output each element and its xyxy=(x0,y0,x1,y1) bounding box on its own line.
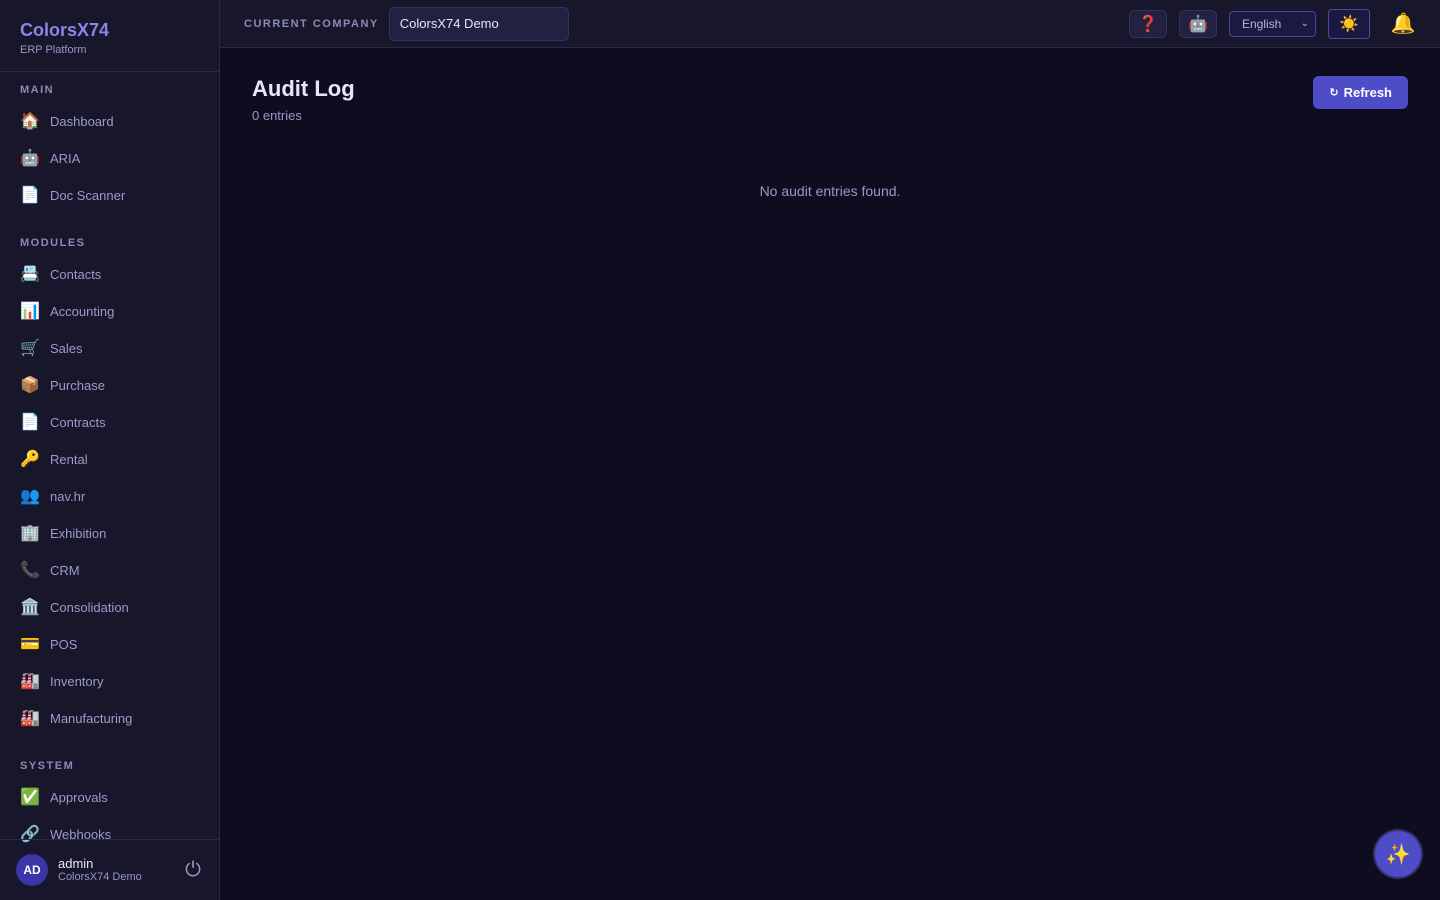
sidebar-item-manufacturing[interactable]: 🏭 Manufacturing xyxy=(0,700,219,737)
sidebar-item-dashboard[interactable]: 🏠 Dashboard xyxy=(0,103,219,140)
sidebar-item-rental[interactable]: 🔑 Rental xyxy=(0,441,219,478)
sidebar-item-aria[interactable]: 🤖 ARIA xyxy=(0,140,219,177)
card-index-icon: 📇 xyxy=(20,265,40,283)
factory-icon: 🏭 xyxy=(20,672,40,690)
sidebar-item-accounting[interactable]: 📊 Accounting xyxy=(0,293,219,330)
sparkles-icon: ✨ xyxy=(1385,843,1411,866)
sidebar-item-inventory[interactable]: 🏭 Inventory xyxy=(0,663,219,700)
sidebar-item-label: Rental xyxy=(50,452,88,467)
sidebar-item-pos[interactable]: 💳 POS xyxy=(0,626,219,663)
sidebar-item-label: Dashboard xyxy=(50,114,114,129)
content: Audit Log 0 entries ↻ Refresh No audit e… xyxy=(220,48,1440,227)
sidebar-item-contracts[interactable]: 📄 Contracts xyxy=(0,404,219,441)
sidebar-nav: MAIN 🏠 Dashboard 🤖 ARIA 📄 Doc Scanner MODULES 📇 C… xyxy=(0,72,219,853)
sidebar-item-exhibition[interactable]: 🏢 Exhibition xyxy=(0,515,219,552)
brand-title: ColorsX74 xyxy=(20,20,110,40)
sidebar-item-purchase[interactable]: 📦 Purchase xyxy=(0,367,219,404)
key-icon: 🔑 xyxy=(20,450,40,468)
sidebar-item-contacts[interactable]: 📇 Contacts xyxy=(0,256,219,293)
section-label: MODULES xyxy=(20,237,86,249)
page-title: Audit Log xyxy=(252,76,355,101)
topbar: CURRENT COMPANY ColorsX74 Demo ❓ 🤖 Engli… xyxy=(220,0,1440,48)
sidebar-item-doc-scanner[interactable]: 📄 Doc Scanner xyxy=(0,177,219,214)
shopping-cart-icon: 🛒 xyxy=(20,339,40,357)
company-selector[interactable]: ColorsX74 Demo xyxy=(388,6,569,41)
people-icon: 👥 xyxy=(20,487,40,505)
chevron-down-icon: ⌄ xyxy=(1300,18,1309,29)
language-value: English xyxy=(1242,16,1282,31)
sidebar-item-label: Exhibition xyxy=(50,526,107,541)
document-icon: 📄 xyxy=(20,186,40,204)
user-info: admin ColorsX74 Demo xyxy=(58,856,183,884)
sidebar-item-label: Doc Scanner xyxy=(50,188,126,203)
refresh-label: Refresh xyxy=(1343,85,1392,100)
question-mark-icon: ❓ xyxy=(1138,15,1158,33)
app-root: ColorsX74 ERP Platform MAIN 🏠 Dashboard 🤖 AR… xyxy=(0,0,1440,900)
check-mark-icon: ✅ xyxy=(20,788,40,806)
document-icon: 📄 xyxy=(20,413,40,431)
avatar[interactable]: AD xyxy=(16,854,48,886)
sidebar-item-label: Sales xyxy=(50,341,83,356)
theme-toggle-button[interactable]: ☀️ xyxy=(1328,8,1370,39)
sidebar-item-nav-hr[interactable]: 👥 nav.hr xyxy=(0,478,219,515)
robot-icon: 🤖 xyxy=(1188,15,1208,33)
company-label: CURRENT COMPANY xyxy=(244,17,379,30)
assistant-button[interactable]: 🤖 xyxy=(1179,9,1217,38)
sidebar-item-label: CRM xyxy=(50,563,80,578)
sidebar-item-label: Inventory xyxy=(50,674,104,689)
classical-building-icon: 🏛️ xyxy=(20,598,40,616)
sidebar-item-sales[interactable]: 🛒 Sales xyxy=(0,330,219,367)
sidebar-item-label: nav.hr xyxy=(50,489,86,504)
sidebar-item-label: ARIA xyxy=(50,151,81,166)
brand-subtitle: ERP Platform xyxy=(20,44,87,56)
main-area: CURRENT COMPANY ColorsX74 Demo ❓ 🤖 Engli… xyxy=(220,0,1440,900)
brand: ColorsX74 ERP Platform xyxy=(0,0,219,72)
factory-icon: 🏭 xyxy=(20,709,40,727)
sidebar-item-label: Accounting xyxy=(50,304,115,319)
sidebar-item-approvals[interactable]: ✅ Approvals xyxy=(0,779,219,816)
section-label: SYSTEM xyxy=(20,760,75,772)
topbar-actions: ❓ 🤖 English ⌄ ☀️ 🔔 xyxy=(1117,8,1416,39)
sidebar-item-label: POS xyxy=(50,637,78,652)
help-button[interactable]: ❓ xyxy=(1129,9,1167,38)
sidebar-item-label: Purchase xyxy=(50,378,105,393)
home-icon: 🏠 xyxy=(20,112,40,130)
sun-icon: ☀️ xyxy=(1339,15,1359,33)
sidebar: ColorsX74 ERP Platform MAIN 🏠 Dashboard 🤖 AR… xyxy=(0,0,220,900)
bar-chart-icon: 📊 xyxy=(20,302,40,320)
user-company: ColorsX74 Demo xyxy=(58,871,142,883)
language-select[interactable]: English ⌄ xyxy=(1229,10,1316,37)
sidebar-item-label: Manufacturing xyxy=(50,711,133,726)
bell-icon[interactable]: 🔔 xyxy=(1390,11,1416,36)
phone-icon: 📞 xyxy=(20,561,40,579)
refresh-button[interactable]: ↻ Refresh xyxy=(1313,76,1408,109)
sidebar-item-label: Contracts xyxy=(50,415,106,430)
sidebar-item-crm[interactable]: 📞 CRM xyxy=(0,552,219,589)
entry-count: 0 entries xyxy=(252,108,302,123)
ai-assistant-fab[interactable]: ✨ xyxy=(1375,831,1421,877)
user-panel: AD admin ColorsX74 Demo ⏻ xyxy=(0,839,219,900)
section-label: MAIN xyxy=(20,84,55,96)
empty-state-message: No audit entries found. xyxy=(759,183,901,199)
office-building-icon: 🏢 xyxy=(20,524,40,542)
sidebar-item-label: Contacts xyxy=(50,267,102,282)
sidebar-item-consolidation[interactable]: 🏛️ Consolidation xyxy=(0,589,219,626)
robot-icon: 🤖 xyxy=(20,149,40,167)
refresh-icon: ↻ xyxy=(1329,87,1339,99)
user-name: admin xyxy=(58,856,94,871)
credit-card-icon: 💳 xyxy=(20,635,40,653)
sidebar-item-label: Approvals xyxy=(50,790,108,805)
sidebar-item-label: Consolidation xyxy=(50,600,129,615)
power-icon[interactable]: ⏻ xyxy=(183,859,203,882)
package-icon: 📦 xyxy=(20,376,40,394)
